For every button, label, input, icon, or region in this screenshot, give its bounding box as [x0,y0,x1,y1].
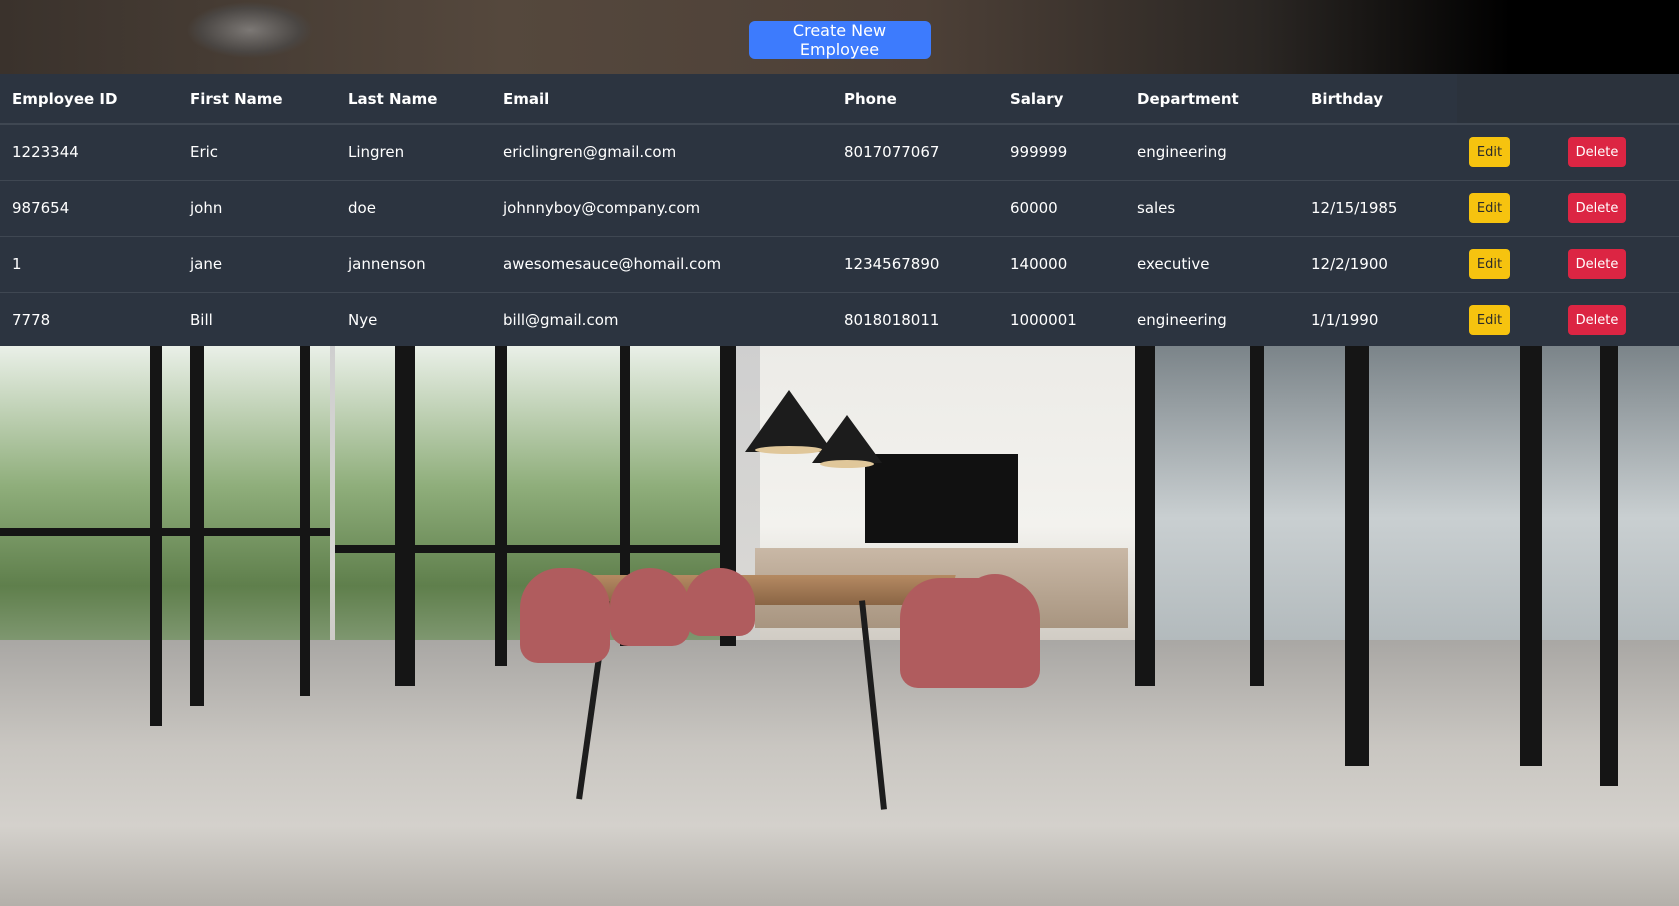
cell-delete: Delete [1556,292,1679,348]
cell-phone: 8017077067 [844,143,940,162]
table-row: 1 jane jannenson awesomesauce@homail.com… [0,236,1679,292]
edit-button[interactable]: Edit [1469,305,1510,336]
edit-button[interactable]: Edit [1469,193,1510,223]
cell-salary: 999999 [1010,143,1068,162]
cell-first-name: john [190,199,223,217]
create-new-employee-button[interactable]: Create New Employee [748,21,931,59]
delete-button[interactable]: Delete [1568,193,1626,223]
cell-email: awesomesauce@homail.com [503,255,722,273]
edit-button[interactable]: Edit [1469,137,1510,168]
employee-table-container: Employee ID First Name Last Name Email P… [0,74,1679,346]
cell-salary: 140000 [1010,255,1068,273]
floor [0,640,1679,906]
chair [610,568,690,646]
cell-edit: Edit [1457,124,1556,180]
cell-last-name: Lingren [348,143,405,162]
cell-first-name: jane [190,255,223,273]
cell-department: engineering [1137,143,1227,162]
cell-email: johnnyboy@company.com [503,199,701,217]
column-header-actions [1457,74,1556,125]
cell-edit: Edit [1457,236,1556,292]
cell-salary: 60000 [1010,199,1058,217]
cell-phone: 1234567890 [844,255,940,273]
cell-department: executive [1137,255,1210,273]
table-row: 1223344 Eric Lingren ericlingren@gmail.c… [0,124,1679,180]
table-row: 987654 john doe johnnyboy@company.com 60… [0,180,1679,236]
cell-delete: Delete [1556,180,1679,236]
cell-department: sales [1137,199,1176,217]
delete-button[interactable]: Delete [1568,137,1626,168]
table-row: 7778 Bill Nye bill@gmail.com 8018018011 … [0,292,1679,348]
cell-salary: 1000001 [1010,311,1077,330]
column-header: Employee ID [0,74,178,125]
employee-table: Employee ID First Name Last Name Email P… [0,74,1679,348]
cell-first-name: Eric [190,143,219,162]
cell-employee-id: 1 [12,255,22,273]
delete-button[interactable]: Delete [1568,249,1626,279]
cell-birthday: 1/1/1990 [1311,311,1379,330]
column-header: First Name [178,74,336,125]
cell-delete: Delete [1556,124,1679,180]
cell-edit: Edit [1457,292,1556,348]
column-header: Salary [998,74,1125,125]
cell-phone: 8018018011 [844,311,940,330]
cell-last-name: Nye [348,311,378,330]
edit-button[interactable]: Edit [1469,249,1510,279]
cell-employee-id: 7778 [12,311,51,330]
column-header: Birthday [1299,74,1457,125]
cell-first-name: Bill [190,311,213,330]
column-header: Department [1125,74,1299,125]
cell-department: engineering [1137,311,1227,330]
chair [685,568,755,636]
cell-phone [832,180,998,236]
cell-last-name: jannenson [348,255,426,273]
cell-employee-id: 987654 [12,199,70,217]
pendant-lamp [812,415,882,463]
cell-edit: Edit [1457,180,1556,236]
cell-email: ericlingren@gmail.com [503,143,677,162]
column-header: Phone [832,74,998,125]
cell-birthday: 12/15/1985 [1311,199,1398,217]
header-bar: Create New Employee [0,0,1679,74]
cell-email: bill@gmail.com [503,311,619,330]
column-header: Last Name [336,74,491,125]
cell-last-name: doe [348,199,376,217]
cell-birthday [1299,124,1457,180]
table-header-row: Employee ID First Name Last Name Email P… [0,74,1679,125]
chair [520,568,610,663]
column-header: Email [491,74,832,125]
cell-employee-id: 1223344 [12,143,79,162]
delete-button[interactable]: Delete [1568,305,1626,336]
cell-delete: Delete [1556,236,1679,292]
cell-birthday: 12/2/1900 [1311,255,1388,273]
column-header-actions [1556,74,1679,125]
wall-tv [865,454,1018,543]
